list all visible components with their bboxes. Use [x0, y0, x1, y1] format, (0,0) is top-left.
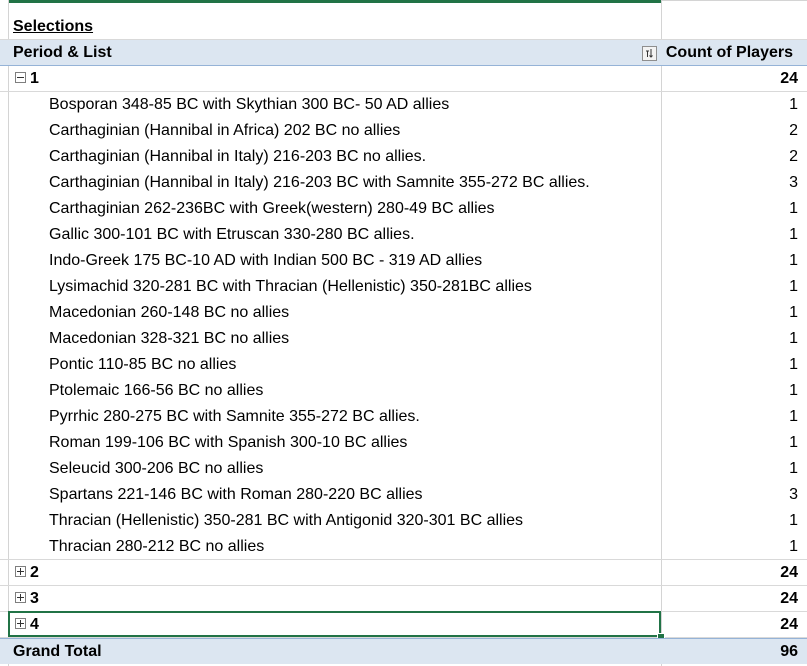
list-item-name[interactable]: Carthaginian 262-236BC with Greek(wester… [49, 196, 495, 222]
list-item-name[interactable]: Thracian 280-212 BC no allies [49, 534, 264, 560]
list-item-count[interactable]: 1 [789, 508, 798, 534]
list-item-name[interactable]: Seleucid 300-206 BC no allies [49, 456, 263, 482]
list-item-name[interactable]: Spartans 221-146 BC with Roman 280-220 B… [49, 482, 423, 508]
list-item-row: Macedonian 260-148 BC no allies 1 [0, 300, 807, 326]
list-item-row: Thracian 280-212 BC no allies 1 [0, 534, 807, 560]
list-item-count[interactable]: 1 [789, 430, 798, 456]
list-item-count[interactable]: 1 [789, 222, 798, 248]
group-label: 1 [30, 70, 39, 87]
selected-column-indicator [8, 0, 661, 3]
grand-total-row: Grand Total 96 [0, 638, 807, 664]
pivot-title[interactable]: Selections [13, 14, 93, 40]
list-item-count[interactable]: 2 [789, 118, 798, 144]
group-total[interactable]: 24 [780, 560, 798, 586]
list-item-row: Seleucid 300-206 BC no allies 1 [0, 456, 807, 482]
list-item-name[interactable]: Macedonian 328-321 BC no allies [49, 326, 289, 352]
group-label: 2 [30, 564, 39, 581]
group-label-cell[interactable]: 1 [15, 66, 39, 92]
pivot-title-row: Selections [0, 14, 807, 40]
list-item-count[interactable]: 1 [789, 326, 798, 352]
list-item-row: Pyrrhic 280-275 BC with Samnite 355-272 … [0, 404, 807, 430]
list-item-count[interactable]: 1 [789, 248, 798, 274]
row-labels-header[interactable]: Period & List [13, 40, 112, 66]
list-item-name[interactable]: Ptolemaic 166-56 BC no allies [49, 378, 263, 404]
list-item-row: Lysimachid 320-281 BC with Thracian (Hel… [0, 274, 807, 300]
list-item-name[interactable]: Bosporan 348-85 BC with Skythian 300 BC-… [49, 92, 449, 118]
group-row: 4 24 [0, 612, 807, 638]
list-item-count[interactable]: 1 [789, 274, 798, 300]
list-item-count[interactable]: 1 [789, 92, 798, 118]
list-item-row: Spartans 221-146 BC with Roman 280-220 B… [0, 482, 807, 508]
collapse-icon[interactable] [15, 72, 26, 84]
list-item-count[interactable]: 1 [789, 456, 798, 482]
list-item-name[interactable]: Carthaginian (Hannibal in Italy) 216-203… [49, 170, 590, 196]
group-label: 3 [30, 590, 39, 607]
group-total[interactable]: 24 [780, 612, 798, 638]
grand-total-label[interactable]: Grand Total [13, 639, 102, 665]
list-item-count[interactable]: 1 [789, 352, 798, 378]
list-item-name[interactable]: Carthaginian (Hannibal in Africa) 202 BC… [49, 118, 400, 144]
list-item-row: Carthaginian (Hannibal in Africa) 202 BC… [0, 118, 807, 144]
list-item-row: Carthaginian 262-236BC with Greek(wester… [0, 196, 807, 222]
list-item-count[interactable]: 1 [789, 534, 798, 560]
expand-icon[interactable] [15, 566, 26, 578]
list-item-name[interactable]: Gallic 300-101 BC with Etruscan 330-280 … [49, 222, 415, 248]
list-item-name[interactable]: Lysimachid 320-281 BC with Thracian (Hel… [49, 274, 532, 300]
values-header[interactable]: Count of Players [666, 40, 793, 66]
list-item-count[interactable]: 3 [789, 170, 798, 196]
list-item-count[interactable]: 2 [789, 144, 798, 170]
group-row: 3 24 [0, 586, 807, 612]
list-item-count[interactable]: 1 [789, 196, 798, 222]
spreadsheet: Selections Period & List Count of Player… [0, 0, 807, 666]
column-border [661, 0, 807, 1]
list-item-row: Carthaginian (Hannibal in Italy) 216-203… [0, 144, 807, 170]
list-item-count[interactable]: 1 [789, 404, 798, 430]
group-label: 4 [30, 616, 39, 633]
group-total[interactable]: 24 [780, 66, 798, 92]
list-item-row: Carthaginian (Hannibal in Italy) 216-203… [0, 170, 807, 196]
group-row: 2 24 [0, 560, 807, 586]
list-item-count[interactable]: 1 [789, 300, 798, 326]
list-item-name[interactable]: Roman 199-106 BC with Spanish 300-10 BC … [49, 430, 407, 456]
list-item-name[interactable]: Indo-Greek 175 BC-10 AD with Indian 500 … [49, 248, 482, 274]
group-label-cell[interactable]: 2 [15, 560, 39, 586]
expand-icon[interactable] [15, 592, 26, 604]
group-label-cell[interactable]: 3 [15, 586, 39, 612]
list-item-name[interactable]: Thracian (Hellenistic) 350-281 BC with A… [49, 508, 523, 534]
sort-filter-icon[interactable] [642, 46, 657, 61]
list-item-count[interactable]: 1 [789, 378, 798, 404]
group-label-cell[interactable]: 4 [15, 612, 39, 638]
group-row: 1 24 [0, 66, 807, 92]
group-total[interactable]: 24 [780, 586, 798, 612]
list-item-count[interactable]: 3 [789, 482, 798, 508]
list-item-row: Ptolemaic 166-56 BC no allies 1 [0, 378, 807, 404]
list-item-name[interactable]: Pyrrhic 280-275 BC with Samnite 355-272 … [49, 404, 420, 430]
list-item-row: Gallic 300-101 BC with Etruscan 330-280 … [0, 222, 807, 248]
list-item-row: Roman 199-106 BC with Spanish 300-10 BC … [0, 430, 807, 456]
expand-icon[interactable] [15, 618, 26, 630]
list-item-row: Macedonian 328-321 BC no allies 1 [0, 326, 807, 352]
pivot-header-row: Period & List Count of Players [0, 40, 807, 66]
list-item-name[interactable]: Macedonian 260-148 BC no allies [49, 300, 289, 326]
list-item-row: Indo-Greek 175 BC-10 AD with Indian 500 … [0, 248, 807, 274]
list-item-row: Pontic 110-85 BC no allies 1 [0, 352, 807, 378]
grand-total-value[interactable]: 96 [780, 639, 798, 665]
list-item-name[interactable]: Carthaginian (Hannibal in Italy) 216-203… [49, 144, 426, 170]
list-item-name[interactable]: Pontic 110-85 BC no allies [49, 352, 236, 378]
list-item-row: Bosporan 348-85 BC with Skythian 300 BC-… [0, 92, 807, 118]
list-item-row: Thracian (Hellenistic) 350-281 BC with A… [0, 508, 807, 534]
